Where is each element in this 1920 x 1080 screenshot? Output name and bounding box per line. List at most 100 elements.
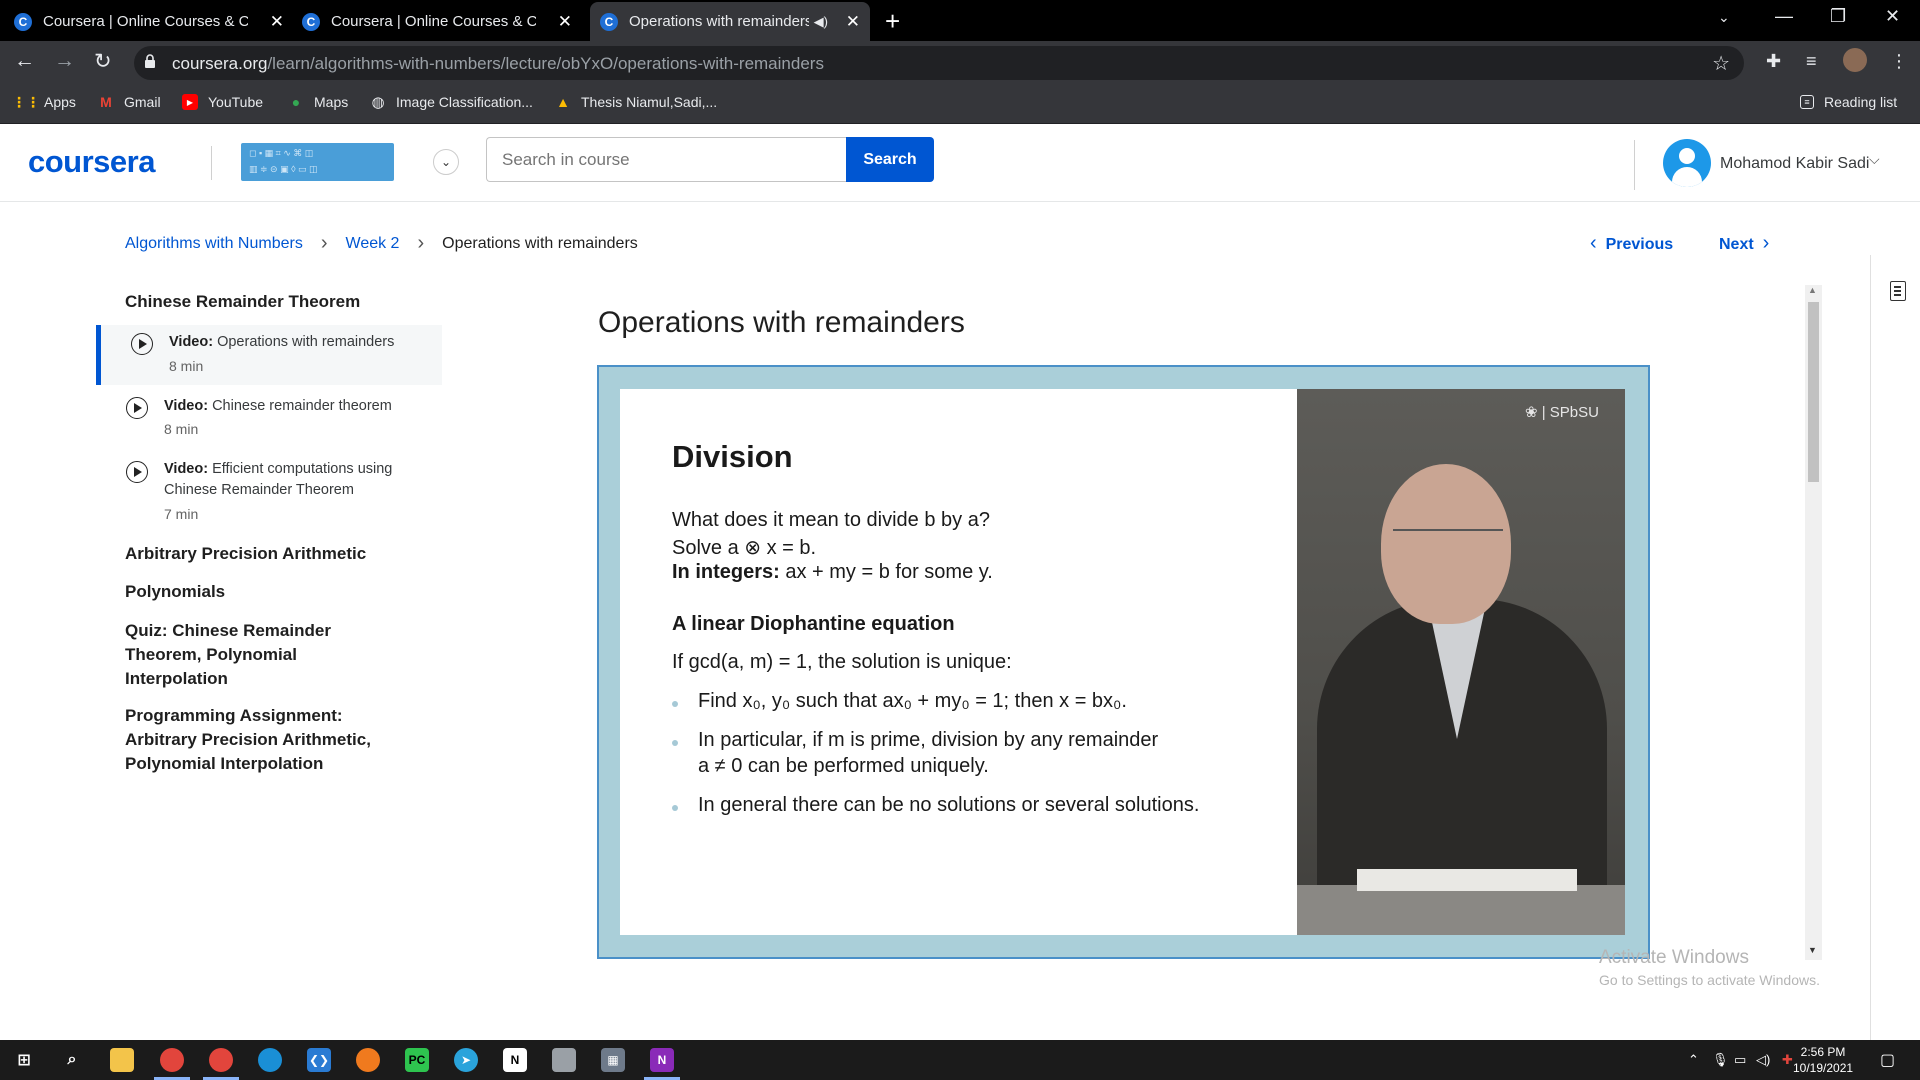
extensions-icon[interactable]: ✚ [1766, 51, 1781, 72]
address-bar[interactable]: coursera.org/learn/algorithms-with-numbe… [134, 46, 1744, 80]
chevron-left-icon: ‹ [1590, 232, 1597, 254]
printer-icon[interactable] [552, 1048, 576, 1072]
forward-icon[interactable]: → [54, 49, 75, 73]
microphone-icon[interactable]: 🎙 [1712, 1052, 1729, 1068]
bookmark-gmail[interactable]: M Gmail [98, 94, 160, 110]
sidebar-item-efficient-computations[interactable]: Video: Efficient computations using Chin… [96, 455, 442, 530]
new-tab-icon[interactable]: + [885, 6, 900, 37]
close-tab-icon[interactable]: ✕ [846, 12, 860, 32]
header-divider [1634, 140, 1635, 190]
search-input[interactable] [486, 137, 847, 182]
sidebar-section-quiz[interactable]: Quiz: Chinese Remainder Theorem, Polynom… [125, 619, 365, 691]
file-explorer-icon[interactable] [110, 1048, 134, 1072]
browser-tab-3-active[interactable]: C Operations with remainders | ◀) ✕ [590, 2, 870, 41]
chrome-icon[interactable] [209, 1048, 233, 1072]
play-circle-icon [126, 397, 148, 419]
reload-icon[interactable]: ↻ [94, 49, 112, 74]
close-window-icon[interactable]: ✕ [1885, 6, 1900, 27]
firefox-icon[interactable] [356, 1048, 380, 1072]
volume-icon[interactable]: ◁) [1756, 1052, 1770, 1068]
menu-kebab-icon[interactable]: ⋮ [1890, 51, 1908, 72]
tab-title: Coursera | Online Courses & Credentials [331, 13, 536, 30]
bookmarks-bar: ⋮⋮ Apps M Gmail ▶ YouTube ● Maps ◍ Image… [0, 84, 1920, 124]
network-icon[interactable]: ▭ [1734, 1052, 1746, 1068]
notion-icon[interactable]: N [503, 1048, 527, 1072]
browser-tab-2[interactable]: C Coursera | Online Courses & Credential… [302, 2, 582, 41]
reading-list-button[interactable]: ≡ Reading list [1800, 94, 1897, 110]
slide-line: In integers: ax + my = b for some y. [672, 561, 993, 583]
slide-bullet-continuation: a ≠ 0 can be performed uniquely. [698, 755, 989, 777]
back-icon[interactable]: ← [14, 49, 35, 73]
tray-chevron-icon[interactable]: ⌃ [1688, 1052, 1699, 1068]
user-name[interactable]: Mohamod Kabir Sadi [1720, 155, 1869, 173]
antivirus-icon[interactable]: ✚ [1782, 1052, 1793, 1068]
breadcrumb-week-link[interactable]: Week 2 [346, 235, 400, 253]
notes-panel [1870, 255, 1920, 1045]
calculator-icon[interactable]: ▦ [601, 1048, 625, 1072]
sidebar-section-programming-assignment[interactable]: Programming Assignment: Arbitrary Precis… [125, 704, 395, 776]
next-button[interactable]: Next › [1719, 232, 1769, 255]
coursera-favicon-icon: C [302, 12, 320, 31]
bookmark-maps[interactable]: ● Maps [288, 94, 348, 110]
sidebar-section-crt[interactable]: Chinese Remainder Theorem [125, 290, 415, 314]
onenote-icon[interactable]: N [650, 1048, 674, 1072]
sidebar-section-polynomials[interactable]: Polynomials [125, 580, 415, 604]
slide-subheading: A linear Diophantine equation [672, 613, 955, 635]
clock-date: 10/19/2021 [1793, 1061, 1854, 1075]
partner-logo[interactable]: ◻ ▪ ▦ ⌗ ∿ ⌘ ◫ ▥ ≑ ⊝ ▣ ◊ ▭ ◫ [241, 143, 394, 181]
bookmark-label: Image Classification... [396, 94, 533, 110]
coursera-favicon-icon: C [600, 12, 618, 31]
profile-avatar[interactable] [1843, 48, 1867, 72]
vscode-icon[interactable]: ❮❯ [307, 1048, 331, 1072]
edge-icon[interactable] [258, 1048, 282, 1072]
notes-icon[interactable] [1890, 281, 1906, 301]
windows-start-icon[interactable]: ⊞ [12, 1048, 36, 1072]
breadcrumb-course-link[interactable]: Algorithms with Numbers [125, 235, 303, 253]
bullet-icon [672, 740, 678, 746]
slide-heading: Division [672, 439, 793, 474]
bookmark-star-icon[interactable]: ☆ [1712, 51, 1730, 76]
chrome-icon[interactable] [160, 1048, 184, 1072]
restore-icon[interactable]: ❐ [1830, 6, 1846, 27]
coursera-logo[interactable]: coursera [28, 144, 155, 180]
sidebar-item-chinese-remainder-theorem[interactable]: Video: Chinese remainder theorem 8 min [96, 390, 442, 450]
tab-search-icon[interactable]: ⌄ [1718, 9, 1730, 26]
close-tab-icon[interactable]: ✕ [558, 12, 572, 32]
site-header: coursera ◻ ▪ ▦ ⌗ ∿ ⌘ ◫ ▥ ≑ ⊝ ▣ ◊ ▭ ◫ ⌄ S… [0, 124, 1920, 202]
sidebar-item-operations-with-remainders[interactable]: Video: Operations with remainders 8 min [96, 325, 442, 385]
chevron-down-icon[interactable]: ⌄ [433, 149, 459, 175]
pycharm-icon[interactable]: PC [405, 1048, 429, 1072]
search-button[interactable]: Search [846, 137, 934, 182]
scroll-up-arrow-icon[interactable]: ▲ [1808, 285, 1817, 295]
search-icon[interactable]: ⌕ [60, 1048, 84, 1072]
bookmark-label: YouTube [208, 94, 264, 110]
video-logo: ❀ | SPbSU [1524, 404, 1599, 421]
chevron-down-icon[interactable]: ⌵ [1869, 151, 1880, 168]
scrollbar-thumb[interactable] [1808, 302, 1819, 482]
avatar[interactable] [1663, 139, 1711, 187]
video-player[interactable]: Division What does it mean to divide b b… [597, 365, 1650, 959]
next-label: Next [1719, 236, 1754, 253]
sidebar-section-arbitrary-precision[interactable]: Arbitrary Precision Arithmetic [125, 542, 415, 566]
gmail-icon: M [100, 94, 112, 110]
audio-playing-icon[interactable]: ◀) [814, 14, 828, 30]
telegram-icon[interactable]: ➤ [454, 1048, 478, 1072]
url-text: coursera.org/learn/algorithms-with-numbe… [172, 54, 824, 73]
notification-icon[interactable]: ▢ [1880, 1050, 1895, 1070]
sidebar-item-duration: 8 min [164, 421, 199, 437]
previous-button[interactable]: ‹ Previous [1590, 232, 1673, 255]
sidebar-item-label: Video: Efficient computations using Chin… [164, 461, 393, 498]
browser-tab-1[interactable]: C Coursera | Online Courses & Credential… [14, 2, 294, 41]
bookmark-image-classification[interactable]: ◍ Image Classification... [370, 94, 533, 111]
close-tab-icon[interactable]: ✕ [270, 12, 284, 32]
media-control-icon[interactable]: ≡ [1806, 51, 1817, 72]
minimize-icon[interactable]: — [1775, 6, 1793, 27]
bookmark-youtube[interactable]: ▶ YouTube [182, 94, 263, 110]
header-divider [211, 146, 212, 180]
bookmark-thesis[interactable]: ▲ Thesis Niamul,Sadi,... [555, 94, 717, 110]
system-clock[interactable]: 2:56 PM 10/19/2021 [1793, 1044, 1853, 1076]
clock-time: 2:56 PM [1800, 1045, 1846, 1059]
bookmark-apps[interactable]: ⋮⋮ Apps [12, 94, 76, 111]
activate-windows-hint: Go to Settings to activate Windows. [1599, 972, 1820, 988]
scroll-down-arrow-icon[interactable]: ▼ [1808, 945, 1817, 955]
